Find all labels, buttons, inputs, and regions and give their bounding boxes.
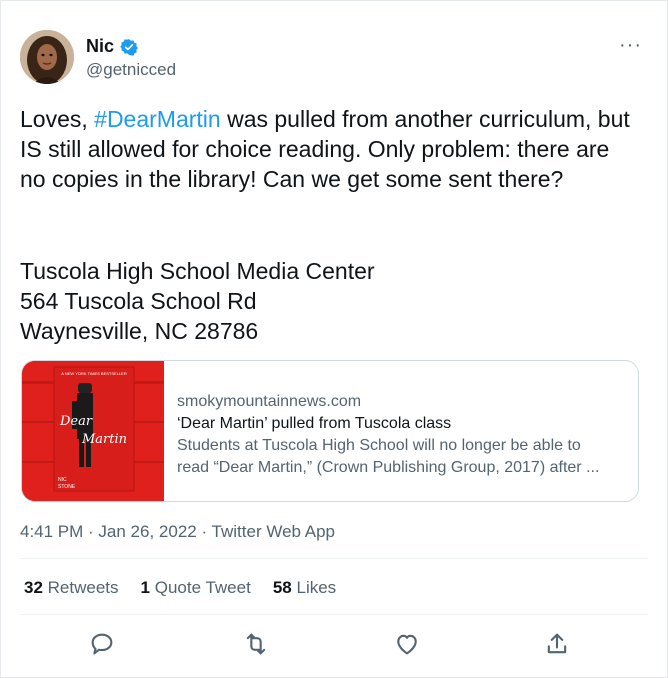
address-line: Waynesville, NC 28786 xyxy=(20,318,259,344)
likes-stat[interactable]: 58 Likes xyxy=(273,578,336,598)
quotes-label: Quote Tweet xyxy=(154,578,251,597)
retweets-label: Retweets xyxy=(47,578,119,597)
meta-separator: · xyxy=(196,522,212,541)
share-icon[interactable] xyxy=(543,630,571,658)
likes-label: Likes xyxy=(296,578,337,597)
book-title-word2: Martin xyxy=(81,432,127,447)
retweets-count: 32 xyxy=(24,578,43,597)
tweet-source[interactable]: Twitter Web App xyxy=(212,522,335,541)
tweet-text: Loves, #DearMartin was pulled from anoth… xyxy=(20,104,640,194)
retweets-stat[interactable]: 32 Retweets xyxy=(24,578,119,598)
book-author-line2: STONE xyxy=(58,484,76,490)
avatar[interactable] xyxy=(20,30,74,84)
tweet-time[interactable]: 4:41 PM xyxy=(20,522,83,541)
tweet-meta: 4:41 PM · Jan 26, 2022 · Twitter Web App xyxy=(20,522,335,542)
book-title-word1: Dear xyxy=(59,414,93,429)
book-cover-thumbnail: A NEW YORK TIMES BESTSELLER Dear Martin … xyxy=(22,361,164,501)
divider xyxy=(20,558,648,559)
action-bar xyxy=(0,620,668,666)
author-handle[interactable]: @getnicced xyxy=(86,60,176,80)
verified-badge-icon xyxy=(120,38,138,56)
tweet-text-before: Loves, xyxy=(20,106,95,132)
link-title: ‘Dear Martin’ pulled from Tuscola class xyxy=(177,415,452,432)
hashtag-link[interactable]: #DearMartin xyxy=(94,106,221,132)
more-options-icon[interactable]: ··· xyxy=(619,34,642,57)
quote-tweets-stat[interactable]: 1 Quote Tweet xyxy=(141,578,251,598)
link-description-line: Students at Tuscola High School will no … xyxy=(177,437,581,454)
link-preview-card[interactable]: A NEW YORK TIMES BESTSELLER Dear Martin … xyxy=(21,360,639,502)
tweet-header: Nic @getnicced ··· xyxy=(20,30,648,86)
divider xyxy=(20,614,648,615)
meta-separator: · xyxy=(83,522,99,541)
heart-icon[interactable] xyxy=(393,630,421,658)
tweet-date[interactable]: Jan 26, 2022 xyxy=(98,522,196,541)
link-description-line: read “Dear Martin,” (Crown Publishing Gr… xyxy=(177,459,600,476)
link-domain: smokymountainnews.com xyxy=(177,393,362,410)
author-name[interactable]: Nic xyxy=(86,36,114,57)
book-author-line1: NIC xyxy=(58,477,67,483)
book-banner-text: A NEW YORK TIMES BESTSELLER xyxy=(61,371,127,376)
reply-icon[interactable] xyxy=(88,630,116,658)
link-card-text: smokymountainnews.com ‘Dear Martin’ pull… xyxy=(177,391,627,479)
retweet-icon[interactable] xyxy=(242,630,270,658)
tweet-detail: Nic @getnicced ··· Loves, #DearMartin wa… xyxy=(0,0,668,678)
avatar-photo-icon xyxy=(20,30,74,84)
likes-count: 58 xyxy=(272,578,292,597)
author-name-row: Nic xyxy=(86,36,138,57)
address-line: 564 Tuscola School Rd xyxy=(20,288,257,314)
quotes-count: 1 xyxy=(140,578,150,597)
address-line: Tuscola High School Media Center xyxy=(20,258,375,284)
engagement-stats: 32 Retweets 1 Quote Tweet 58 Likes xyxy=(24,578,336,598)
address-block: Tuscola High School Media Center 564 Tus… xyxy=(20,256,640,346)
